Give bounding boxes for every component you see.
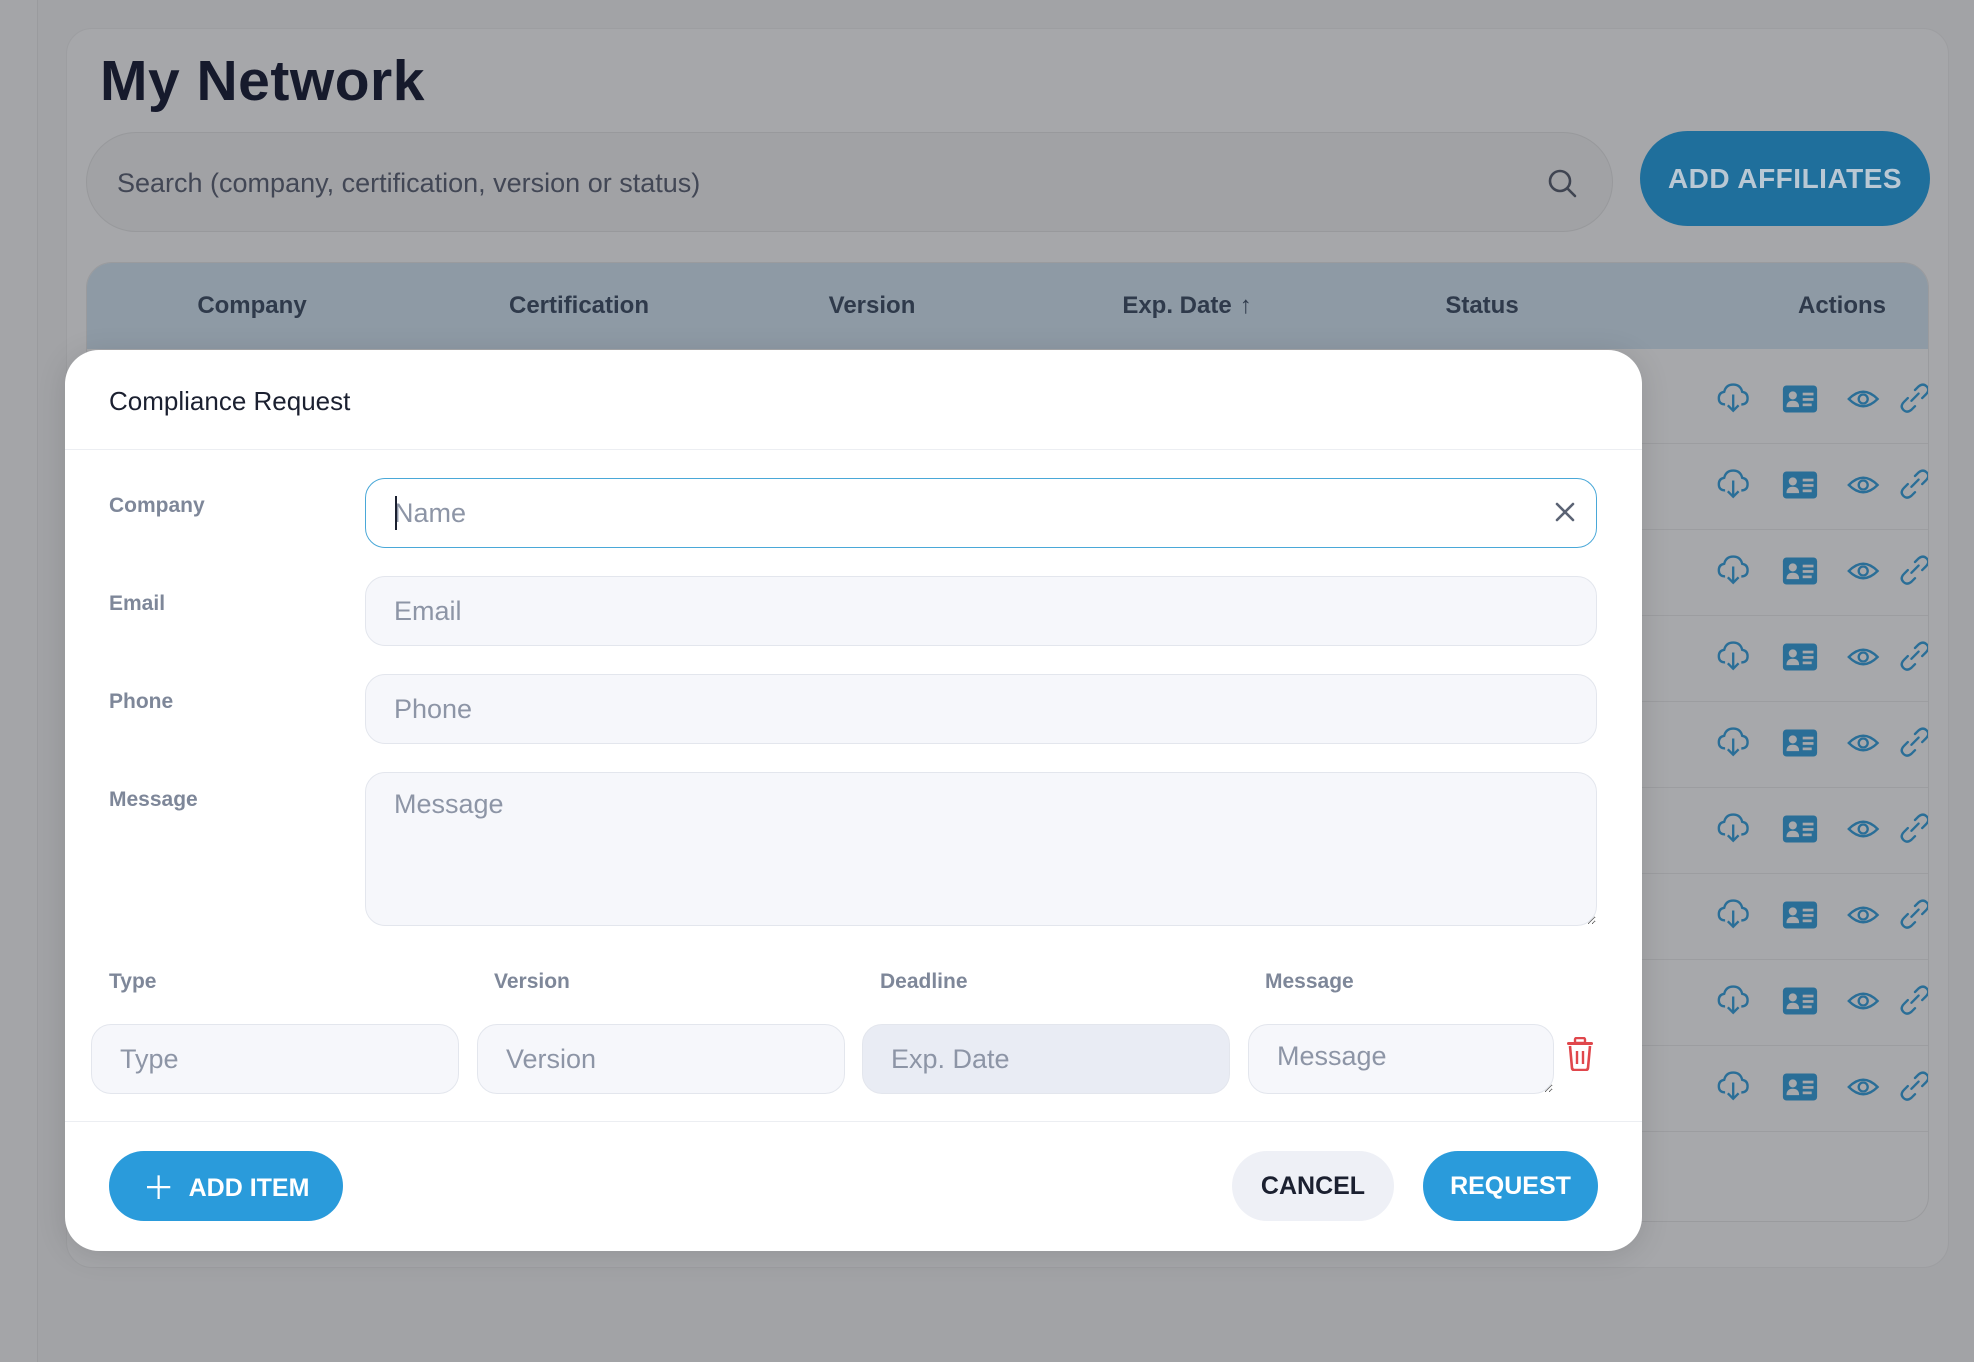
- column-exp-date[interactable]: Exp. Date ↑: [1107, 263, 1267, 349]
- link-icon[interactable]: [1897, 983, 1929, 1019]
- column-company[interactable]: Company: [187, 263, 317, 349]
- version-column-label: Version: [494, 970, 570, 993]
- contact-card-icon[interactable]: [1782, 983, 1818, 1019]
- cloud-download-icon[interactable]: [1717, 1069, 1753, 1105]
- cloud-download-icon[interactable]: [1717, 381, 1753, 417]
- cloud-download-icon[interactable]: [1717, 897, 1753, 933]
- dialog-header: Compliance Request: [65, 350, 1642, 450]
- add-affiliates-button[interactable]: ADD AFFILIATES: [1640, 131, 1930, 226]
- text-cursor: [395, 496, 397, 530]
- eye-icon[interactable]: [1847, 381, 1883, 417]
- eye-icon[interactable]: [1847, 725, 1883, 761]
- request-button[interactable]: REQUEST: [1423, 1151, 1598, 1221]
- eye-icon[interactable]: [1847, 983, 1883, 1019]
- link-icon[interactable]: [1897, 811, 1929, 847]
- cloud-download-icon[interactable]: [1717, 639, 1753, 675]
- contact-card-icon[interactable]: [1782, 897, 1818, 933]
- message-textarea[interactable]: [365, 772, 1597, 926]
- left-sidebar: [0, 0, 38, 1362]
- company-label: Company: [109, 494, 205, 517]
- item-deadline-input[interactable]: [862, 1024, 1230, 1094]
- trash-icon[interactable]: [1565, 1037, 1595, 1071]
- search-icon[interactable]: [1546, 167, 1578, 199]
- link-icon[interactable]: [1897, 897, 1929, 933]
- phone-label: Phone: [109, 690, 174, 713]
- contact-card-icon[interactable]: [1782, 381, 1818, 417]
- cloud-download-icon[interactable]: [1717, 811, 1753, 847]
- contact-card-icon[interactable]: [1782, 1069, 1818, 1105]
- item-type-input[interactable]: [91, 1024, 459, 1094]
- close-icon[interactable]: [1550, 497, 1580, 527]
- item-message-textarea[interactable]: [1248, 1024, 1554, 1094]
- eye-icon[interactable]: [1847, 467, 1883, 503]
- sort-ascending-icon[interactable]: ↑: [1240, 263, 1252, 349]
- eye-icon[interactable]: [1847, 897, 1883, 933]
- item-message-column-label: Message: [1265, 970, 1354, 993]
- email-label: Email: [109, 592, 166, 615]
- search-input[interactable]: [117, 159, 1517, 207]
- plus-icon: ＋: [142, 1170, 175, 1206]
- eye-icon[interactable]: [1847, 553, 1883, 589]
- page-title: My Network: [100, 49, 425, 113]
- link-icon[interactable]: [1897, 639, 1929, 675]
- contact-card-icon[interactable]: [1782, 639, 1818, 675]
- link-icon[interactable]: [1897, 553, 1929, 589]
- column-version[interactable]: Version: [807, 263, 937, 349]
- link-icon[interactable]: [1897, 1069, 1929, 1105]
- eye-icon[interactable]: [1847, 811, 1883, 847]
- item-version-input[interactable]: [477, 1024, 845, 1094]
- contact-card-icon[interactable]: [1782, 467, 1818, 503]
- email-field[interactable]: [365, 576, 1597, 646]
- column-actions: Actions: [1797, 292, 1886, 319]
- cloud-download-icon[interactable]: [1717, 467, 1753, 503]
- cloud-download-icon[interactable]: [1717, 983, 1753, 1019]
- contact-card-icon[interactable]: [1782, 811, 1818, 847]
- dialog-title: Compliance Request: [109, 386, 351, 416]
- link-icon[interactable]: [1897, 467, 1929, 503]
- column-certification[interactable]: Certification: [489, 263, 669, 349]
- cloud-download-icon[interactable]: [1717, 553, 1753, 589]
- dialog-footer-divider: [65, 1121, 1642, 1122]
- link-icon[interactable]: [1897, 381, 1929, 417]
- link-icon[interactable]: [1897, 725, 1929, 761]
- contact-card-icon[interactable]: [1782, 553, 1818, 589]
- column-status[interactable]: Status: [1417, 263, 1547, 349]
- message-label: Message: [109, 788, 198, 811]
- phone-field[interactable]: [365, 674, 1597, 744]
- eye-icon[interactable]: [1847, 639, 1883, 675]
- eye-icon[interactable]: [1847, 1069, 1883, 1105]
- type-column-label: Type: [109, 970, 157, 993]
- contact-card-icon[interactable]: [1782, 725, 1818, 761]
- table-header: Company Certification Version Exp. Date ↑…: [87, 263, 1928, 349]
- deadline-column-label: Deadline: [880, 970, 968, 993]
- company-name-input[interactable]: [365, 478, 1597, 548]
- cancel-button[interactable]: CANCEL: [1232, 1151, 1394, 1221]
- add-item-button[interactable]: ＋ ADD ITEM: [109, 1151, 343, 1221]
- search-bar: [86, 132, 1613, 232]
- cloud-download-icon[interactable]: [1717, 725, 1753, 761]
- compliance-request-dialog: Compliance Request Company Email Phone M…: [65, 350, 1642, 1251]
